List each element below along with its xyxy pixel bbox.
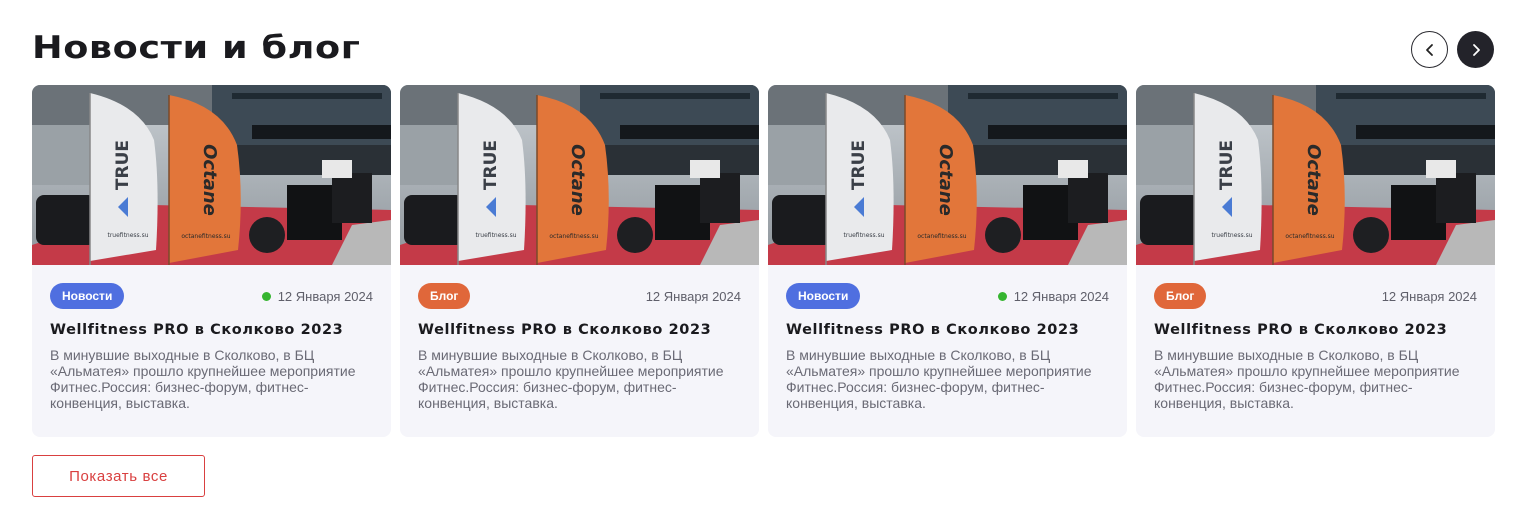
chevron-right-icon [1472,43,1480,56]
flag-octane-label: Octane [935,144,956,216]
flag-true-url: truefitness.su [843,232,884,239]
show-all-button[interactable]: Показать все [32,455,205,497]
card-description: В минувшие выходные в Сколково, в БЦ «Ал… [786,347,1092,411]
news-card[interactable]: TRUE truefitness.su Octane octanefitness… [400,85,759,437]
card-description: В минувшие выходные в Сколково, в БЦ «Ал… [1154,347,1460,411]
card-image: TRUE truefitness.su Octane octanefitness… [400,85,759,265]
flag-octane-url: octanefitness.su [1285,233,1334,240]
flag-true-label: TRUE [1217,140,1237,190]
carousel-next-button[interactable] [1457,31,1494,68]
card-description: В минувшие выходные в Сколково, в БЦ «Ал… [50,347,356,411]
card-image: TRUE truefitness.su Octane octanefitness… [768,85,1127,265]
flag-true-label: TRUE [481,140,501,190]
status-dot-icon [997,292,1007,301]
card-date-text: 12 Января 2024 [277,289,373,304]
card-date: 12 Января 2024 [1382,289,1477,304]
section-title: Новости и блог [32,30,361,66]
category-badge[interactable]: Блог [1154,283,1207,309]
card-title[interactable]: Wellfitness PRO в Сколково 2023 [50,322,343,338]
flag-true-label: TRUE [849,140,869,190]
category-badge[interactable]: Новости [50,283,125,309]
card-title[interactable]: Wellfitness PRO в Сколково 2023 [1154,322,1447,338]
flag-octane-url: octanefitness.su [917,233,966,240]
card-date: 12 Января 2024 [646,289,741,304]
category-badge[interactable]: Блог [418,283,471,309]
flag-true-url: truefitness.su [1211,232,1252,239]
flag-octane-url: octanefitness.su [181,233,230,240]
card-date: 12 Января 2024 [997,289,1109,304]
flag-true-url: truefitness.su [475,232,516,239]
card-title[interactable]: Wellfitness PRO в Сколково 2023 [418,322,711,338]
news-card[interactable]: TRUE truefitness.su Octane octanefitness… [32,85,391,437]
flag-true-url: truefitness.su [107,232,148,239]
flag-octane-url: octanefitness.su [549,233,598,240]
news-card[interactable]: TRUE truefitness.su Octane octanefitness… [768,85,1127,437]
flag-octane-label: Octane [1303,144,1324,216]
flag-octane-label: Octane [199,144,220,216]
chevron-left-icon [1425,43,1433,56]
category-badge[interactable]: Новости [786,283,861,309]
card-description: В минувшие выходные в Сколково, в БЦ «Ал… [418,347,724,411]
status-dot-icon [261,292,271,301]
news-cards-list: TRUE truefitness.su Octane octanefitness… [32,85,1495,437]
card-date-text: 12 Января 2024 [1381,289,1477,304]
news-card[interactable]: TRUE truefitness.su Octane octanefitness… [1136,85,1495,437]
card-title[interactable]: Wellfitness PRO в Сколково 2023 [786,322,1079,338]
card-date-text: 12 Января 2024 [645,289,741,304]
card-image: TRUE truefitness.su Octane octanefitness… [1136,85,1495,265]
flag-octane-label: Octane [567,144,588,216]
card-date: 12 Января 2024 [261,289,373,304]
card-date-text: 12 Января 2024 [1013,289,1109,304]
card-image: TRUE truefitness.su Octane octanefitness… [32,85,391,265]
flag-true-label: TRUE [113,140,133,190]
carousel-prev-button[interactable] [1411,31,1448,68]
